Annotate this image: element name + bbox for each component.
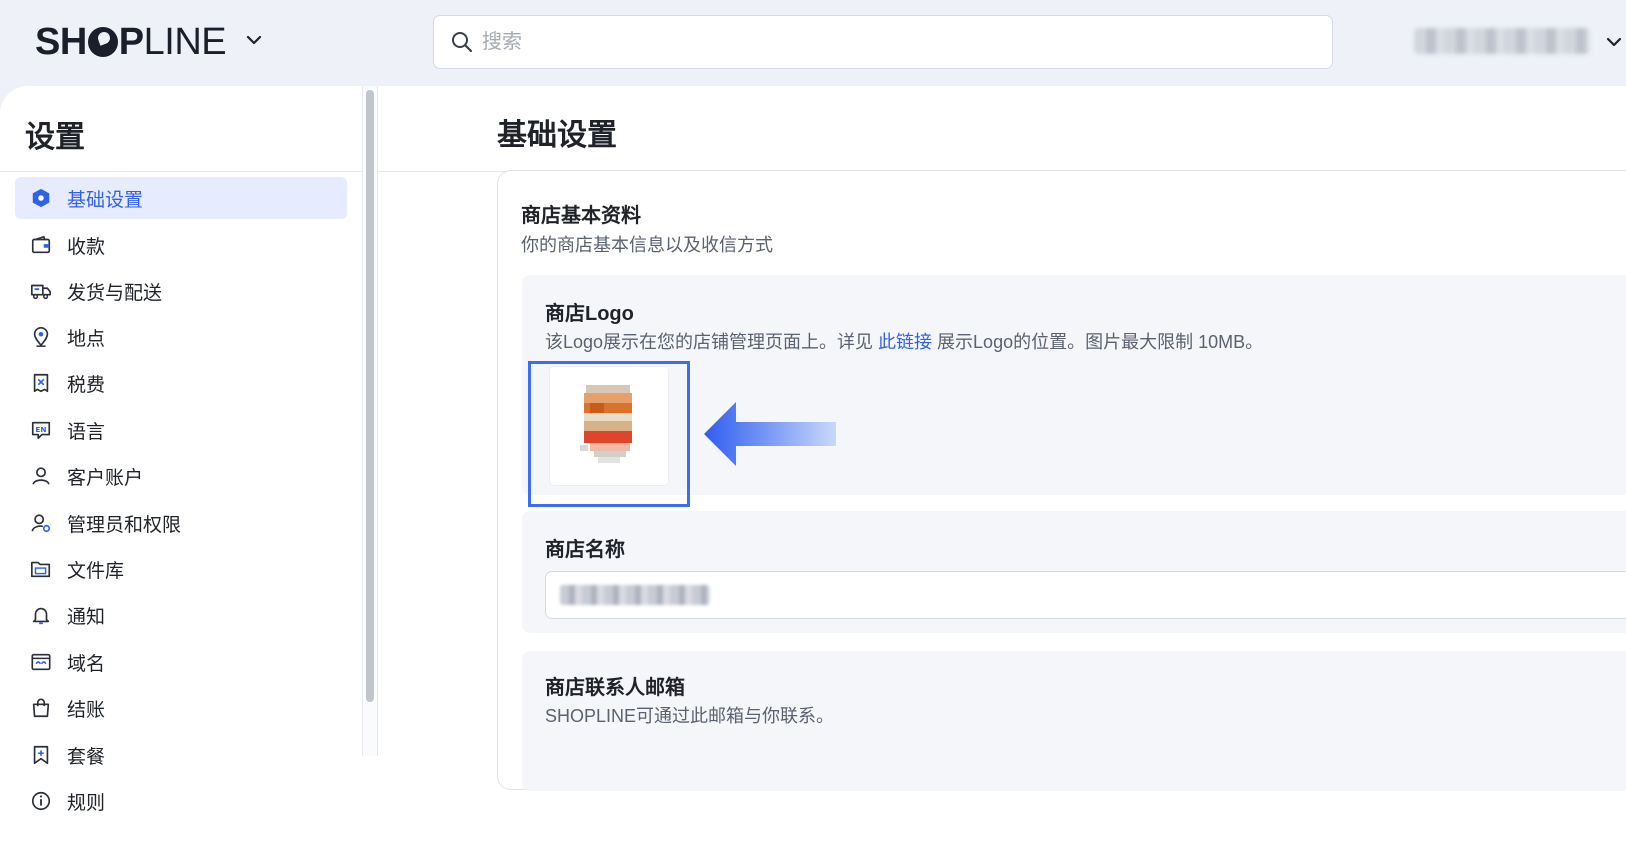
sidebar-item-basic-settings[interactable]: 基础设置 <box>15 177 347 219</box>
store-profile-card: 商店基本资料 你的商店基本信息以及收信方式 商店Logo 该Logo展示在您的店… <box>497 170 1626 791</box>
store-logo-upload[interactable] <box>550 367 668 485</box>
logo-text-part: SH <box>35 21 87 63</box>
search-input[interactable] <box>482 30 1302 54</box>
shield-icon <box>29 186 53 210</box>
section-description: SHOPLINE可通过此邮箱与你联系。 <box>545 706 835 726</box>
sidebar-item-label: 发货与配送 <box>67 282 163 304</box>
plan-bookmark-icon <box>29 743 53 767</box>
sidebar-item-label: 通知 <box>67 606 106 628</box>
sidebar-item-plans[interactable]: 套餐 <box>15 734 347 776</box>
sidebar-item-shipping[interactable]: 发货与配送 <box>15 270 347 312</box>
truck-icon <box>29 279 53 303</box>
sidebar-item-label: 管理员和权限 <box>67 514 182 536</box>
store-logo-section: 商店Logo 该Logo展示在您的店铺管理页面上。详见 此链接 展示Logo的位… <box>522 275 1626 507</box>
logo-o-mark-icon <box>87 27 118 57</box>
section-title: 商店联系人邮箱 <box>545 677 685 699</box>
sidebar-item-files[interactable]: 文件库 <box>15 548 347 590</box>
card-title: 商店基本资料 <box>521 205 641 227</box>
wallet-icon <box>29 233 53 257</box>
logo-position-link[interactable]: 此链接 <box>878 332 932 352</box>
sidebar-item-label: 文件库 <box>67 560 125 582</box>
section-title: 商店Logo <box>545 303 634 325</box>
sidebar-item-customer-accounts[interactable]: 客户账户 <box>15 455 347 497</box>
desc-text: 展示Logo的位置。图片最大限制 10MB。 <box>932 332 1264 352</box>
section-title: 商店名称 <box>545 539 625 561</box>
section-description: 该Logo展示在您的店铺管理页面上。详见 此链接 展示Logo的位置。图片最大限… <box>545 328 1263 354</box>
sidebar-item-label: 客户账户 <box>67 467 144 489</box>
sidebar-item-checkout[interactable]: 结账 <box>15 687 347 729</box>
sidebar-item-label: 基础设置 <box>67 189 144 211</box>
shopping-bag-icon <box>29 696 53 720</box>
search-bar[interactable] <box>433 15 1333 69</box>
user-icon <box>29 464 53 488</box>
sidebar-item-notifications[interactable]: 通知 <box>15 594 347 636</box>
sidebar-scrollbar-thumb[interactable] <box>366 90 374 702</box>
card-description: 你的商店基本信息以及收信方式 <box>521 235 773 255</box>
top-bar: SH P LINE <box>0 0 1626 86</box>
store-logo-image-pixelated <box>580 385 632 463</box>
sidebar-item-label: 语言 <box>67 421 106 443</box>
sidebar-item-domains[interactable]: 域名 <box>15 641 347 683</box>
domain-icon <box>29 650 53 674</box>
content-title: 基础设置 <box>497 119 617 152</box>
sidebar-item-label: 地点 <box>67 328 106 350</box>
account-name-blurred[interactable] <box>1414 28 1590 54</box>
search-icon <box>452 32 473 53</box>
store-email-section: 商店联系人邮箱 SHOPLINE可通过此邮箱与你联系。 <box>522 651 1626 791</box>
arrow-left-pointer-icon <box>704 402 836 466</box>
chevron-down-icon[interactable] <box>244 30 264 50</box>
sidebar-item-label: 结账 <box>67 699 106 721</box>
sidebar-item-label: 收款 <box>67 236 106 258</box>
folder-icon <box>29 557 53 581</box>
settings-sidebar: 基础设置 收款 发货与配送 地点 税费 EN 语言 客户账户 管理员和权限 文件… <box>0 86 362 814</box>
info-icon <box>29 789 53 813</box>
sidebar-item-label: 规则 <box>67 792 106 814</box>
chevron-down-icon[interactable] <box>1604 32 1624 52</box>
sidebar-item-admins-permissions[interactable]: 管理员和权限 <box>15 502 347 544</box>
sidebar-item-label: 套餐 <box>67 746 106 768</box>
sidebar-item-languages[interactable]: EN 语言 <box>15 409 347 451</box>
store-name-input[interactable] <box>545 571 1626 619</box>
sidebar-item-label: 域名 <box>67 653 106 675</box>
logo-text-part: P <box>118 21 144 63</box>
language-icon: EN <box>29 418 53 442</box>
store-name-section: 商店名称 <box>522 511 1626 633</box>
shopline-logo[interactable]: SH P LINE <box>35 20 227 64</box>
logo-text-part: LINE <box>143 21 227 63</box>
sidebar-item-label: 税费 <box>67 374 106 396</box>
user-settings-icon <box>29 511 53 535</box>
sidebar-item-locations[interactable]: 地点 <box>15 316 347 358</box>
location-pin-icon <box>29 325 53 349</box>
store-name-value-blurred <box>560 585 710 605</box>
sidebar-item-taxes[interactable]: 税费 <box>15 362 347 404</box>
sidebar-item-rules[interactable]: 规则 <box>15 780 347 822</box>
logo-highlight-box <box>528 361 690 507</box>
sidebar-item-payments[interactable]: 收款 <box>15 224 347 266</box>
svg-text:EN: EN <box>35 425 46 434</box>
bell-icon <box>29 603 53 627</box>
receipt-icon <box>29 371 53 395</box>
desc-text: 该Logo展示在您的店铺管理页面上。详见 <box>545 332 879 352</box>
